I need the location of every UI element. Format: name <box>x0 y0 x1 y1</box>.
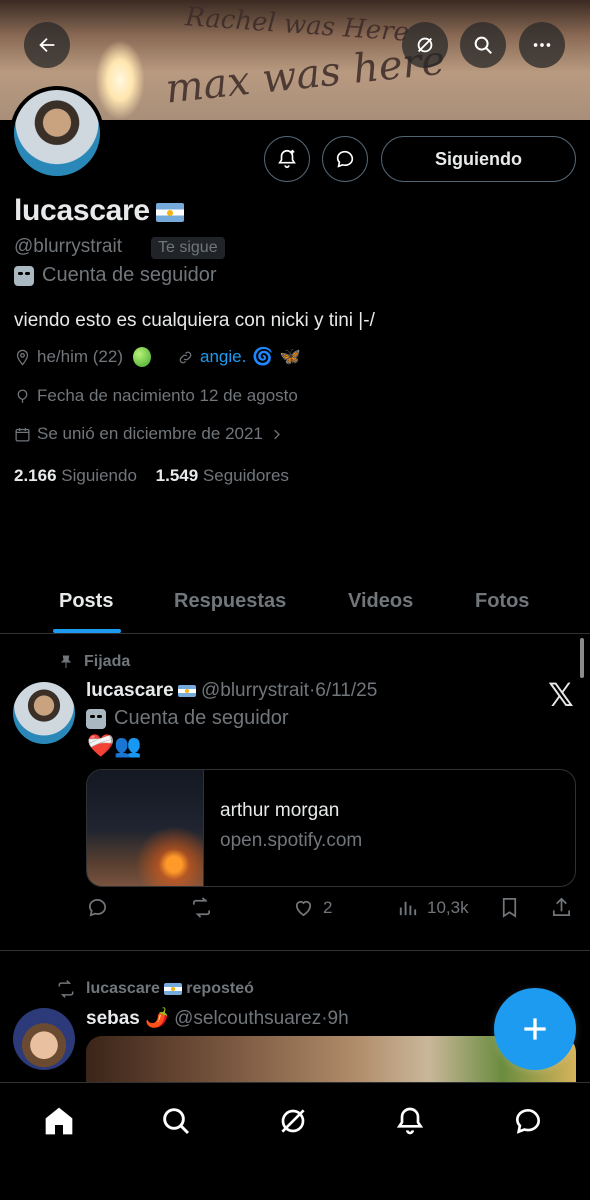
post-author-handle[interactable]: @blurrystrait <box>201 680 309 701</box>
repost-icon <box>192 897 211 918</box>
like-count: 2 <box>323 897 333 917</box>
card-title: arthur morgan <box>220 800 340 821</box>
tab-posts[interactable]: Posts <box>59 590 113 613</box>
back-button[interactable] <box>24 22 70 68</box>
post-author-handle[interactable]: @selcouthsuarez <box>174 1008 321 1029</box>
card-domain: open.spotify.com <box>220 830 363 851</box>
post-account-type: Cuenta de seguidor <box>86 707 289 730</box>
repost-button[interactable] <box>190 896 213 919</box>
scrollbar[interactable] <box>580 638 584 678</box>
following-button[interactable]: Siguiendo <box>381 136 576 182</box>
tab-replies[interactable]: Respuestas <box>174 590 286 613</box>
nav-home[interactable] <box>39 1101 79 1141</box>
share-icon <box>552 897 571 917</box>
profile-link[interactable]: angie. <box>200 347 246 367</box>
banner-text-1: Rachel was Here <box>184 2 410 48</box>
link-card[interactable]: arthur morgan open.spotify.com <box>86 769 576 887</box>
plus-icon <box>524 1018 546 1040</box>
calendar-icon <box>15 427 30 442</box>
bookmark-icon <box>502 898 517 918</box>
chat-bubble-icon <box>336 150 354 168</box>
repost-label[interactable]: lucascare reposteó <box>56 979 254 999</box>
profile-handle: @blurrystrait <box>14 236 122 257</box>
spiral-emoji-icon: 🌀 <box>252 347 274 366</box>
post-header: lucascare @blurrystrait·6/11/25 <box>86 680 378 701</box>
nav-search[interactable] <box>156 1101 196 1141</box>
chevron-right-icon <box>274 429 280 439</box>
followers-count-link[interactable]: 1.549 Seguidores <box>156 466 289 485</box>
post-text: ❤️‍🩹👥 <box>87 733 142 758</box>
more-dots-icon <box>533 43 551 47</box>
pinned-label: Fijada <box>58 653 130 671</box>
chat-bubble-icon <box>515 1108 541 1134</box>
reply-icon <box>88 898 107 917</box>
heart-icon <box>295 900 312 917</box>
views-chart-icon <box>399 901 417 916</box>
post-divider <box>0 950 590 951</box>
nav-notifications[interactable] <box>390 1101 430 1141</box>
pronouns-row: he/him (22) angie. 🌀 🦋 <box>14 347 301 367</box>
view-count: 10,3k <box>427 897 469 917</box>
notifications-button[interactable] <box>264 136 310 182</box>
bell-icon <box>396 1107 424 1135</box>
follow-counts: 2.166 Siguiendo 1.549 Seguidores <box>14 466 289 486</box>
compose-button[interactable] <box>494 988 576 1070</box>
repost-icon <box>58 980 74 998</box>
arrow-left-icon <box>39 37 55 53</box>
balloon-icon <box>17 388 28 403</box>
grok-button[interactable] <box>402 22 448 68</box>
birthday-row: Fecha de nacimiento 12 de agosto <box>14 386 298 406</box>
candle-flame <box>95 40 145 120</box>
grok-icon <box>281 1109 305 1133</box>
link-icon <box>179 351 192 363</box>
card-thumbnail <box>87 770 204 886</box>
bottom-navigation <box>0 1082 590 1200</box>
reply-button[interactable] <box>86 896 109 919</box>
nav-grok[interactable] <box>273 1101 313 1141</box>
tab-videos[interactable]: Videos <box>348 590 413 613</box>
post-avatar[interactable] <box>13 1008 75 1070</box>
balloon-emoji-icon <box>132 347 151 367</box>
following-count-link[interactable]: 2.166 Siguiendo <box>14 466 137 485</box>
post-author-name[interactable]: lucascare <box>86 680 174 701</box>
post-date[interactable]: 6/11/25 <box>315 680 377 701</box>
bookmark-button[interactable] <box>498 896 521 919</box>
profile-name: lucascare <box>14 194 184 228</box>
home-icon <box>45 1107 73 1135</box>
active-tab-indicator <box>53 629 121 633</box>
more-button[interactable] <box>519 22 565 68</box>
like-button[interactable]: 2 <box>292 896 332 919</box>
grok-icon <box>417 37 433 53</box>
post-actions: 2 10,3k <box>86 896 576 926</box>
argentina-flag-icon <box>155 202 184 222</box>
share-button[interactable] <box>550 896 573 919</box>
tab-photos[interactable]: Fotos <box>475 590 529 613</box>
search-button[interactable] <box>460 22 506 68</box>
butterfly-emoji-icon: 🦋 <box>279 347 301 366</box>
location-pin-icon <box>16 349 29 366</box>
post-avatar[interactable] <box>13 682 75 744</box>
mask-icon <box>86 708 106 729</box>
x-logo-icon: 𝕏 <box>548 676 574 714</box>
views-button[interactable]: 10,3k <box>396 896 469 919</box>
argentina-flag-icon <box>163 982 182 995</box>
profile-avatar[interactable] <box>10 86 104 180</box>
follows-you-badge: Te sigue <box>151 237 225 259</box>
account-type[interactable]: Cuenta de seguidor <box>14 264 217 287</box>
argentina-flag-icon <box>177 684 196 697</box>
pin-icon <box>60 655 72 668</box>
message-button[interactable] <box>322 136 368 182</box>
post-date[interactable]: 9h <box>328 1008 349 1029</box>
search-icon <box>474 36 492 54</box>
profile-bio: viendo esto es cualquiera con nicki y ti… <box>14 310 375 331</box>
post-author-name[interactable]: sebas 🌶️ <box>86 1008 169 1029</box>
post-header: sebas 🌶️ @selcouthsuarez·9h <box>86 1008 349 1029</box>
joined-row[interactable]: Se unió en diciembre de 2021 <box>14 424 284 444</box>
mask-icon <box>14 265 34 286</box>
search-icon <box>163 1108 190 1135</box>
profile-tabs: Posts Respuestas Videos Fotos <box>0 572 590 634</box>
nav-messages[interactable] <box>508 1101 548 1141</box>
bell-plus-icon <box>278 149 296 169</box>
